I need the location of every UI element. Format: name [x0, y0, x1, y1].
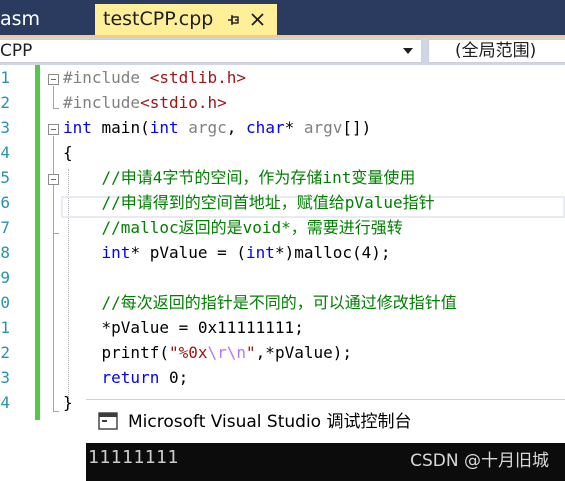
tab-label: asm	[0, 8, 41, 30]
line-number: 8	[0, 243, 10, 262]
project-dropdown-label: CPP	[0, 41, 33, 61]
console-window-icon	[98, 412, 118, 430]
code-line-11: *pValue = 0x11111111;	[63, 318, 304, 337]
scope-dropdown-label: (全局范围)	[455, 41, 537, 61]
navigation-bar: CPP (全局范围)	[0, 38, 565, 65]
tab-asm[interactable]: asm	[0, 4, 90, 35]
tab-label: testCPP.cpp	[103, 8, 214, 30]
collapse-main-toggle[interactable]	[48, 124, 59, 135]
line-number: 0	[0, 293, 10, 312]
line-number: 7	[0, 218, 10, 237]
line-number: 4	[0, 143, 10, 162]
code-line-6: //申请得到的空间首地址，赋值给pValue指针	[63, 193, 435, 212]
outline-end	[53, 411, 59, 412]
code-line-14: }	[63, 393, 73, 412]
line-number: 3	[0, 118, 10, 137]
line-number: 3	[0, 368, 10, 387]
project-dropdown[interactable]: CPP	[0, 39, 422, 63]
close-icon[interactable]	[250, 12, 265, 27]
tab-testcpp[interactable]: testCPP.cpp	[95, 4, 277, 35]
debug-console-window[interactable]: Microsoft Visual Studio 调试控制台 11111111 C…	[86, 399, 565, 481]
scope-dropdown[interactable]: (全局范围)	[428, 39, 565, 63]
outline-line	[53, 86, 54, 108]
changed-lines-marker	[35, 65, 40, 420]
line-number: 1	[0, 68, 10, 87]
code-line-10: //每次返回的指针是不同的，可以通过修改指针值	[63, 293, 457, 312]
line-number: 2	[0, 343, 10, 362]
watermark: CSDN @十月旧城	[410, 451, 549, 471]
code-line-7: //malloc返回的是void*，需要进行强转	[63, 218, 403, 237]
console-output: 11111111	[88, 447, 179, 468]
line-number: 2	[0, 93, 10, 112]
console-title: Microsoft Visual Studio 调试控制台	[128, 412, 412, 432]
collapse-include-toggle[interactable]	[48, 74, 59, 85]
code-line-4: {	[63, 143, 73, 162]
code-line-2: #include<stdio.h>	[63, 93, 227, 112]
code-line-1: #include <stdlib.h>	[63, 68, 247, 87]
line-number: 4	[0, 393, 10, 412]
outline-end	[53, 233, 59, 234]
line-number: 6	[0, 193, 10, 212]
code-line-12: printf("%0x\r\n",*pValue);	[101, 343, 352, 362]
line-number-gutter: 1 2 3 4 5 6 7 8 9 0 1 2 3 4	[0, 65, 30, 481]
outline-line	[53, 186, 54, 233]
code-line-13: return 0;	[101, 368, 189, 387]
code-line-3: int main(int argc, char* argv[])	[63, 118, 372, 137]
collapse-comment-toggle[interactable]	[48, 174, 59, 185]
code-line-5: //申请4字节的空间，作为存储int变量使用	[63, 168, 416, 187]
pin-icon[interactable]	[227, 13, 241, 27]
document-tab-bar: asm testCPP.cpp	[0, 0, 565, 35]
line-number: 5	[0, 168, 10, 187]
code-line-8: int* pValue = (int*)malloc(4);	[101, 243, 391, 262]
line-number: 9	[0, 268, 10, 287]
console-title-bar[interactable]: Microsoft Visual Studio 调试控制台	[86, 399, 565, 443]
outline-end	[53, 108, 59, 109]
chevron-down-icon	[403, 48, 413, 54]
line-number: 1	[0, 318, 10, 337]
